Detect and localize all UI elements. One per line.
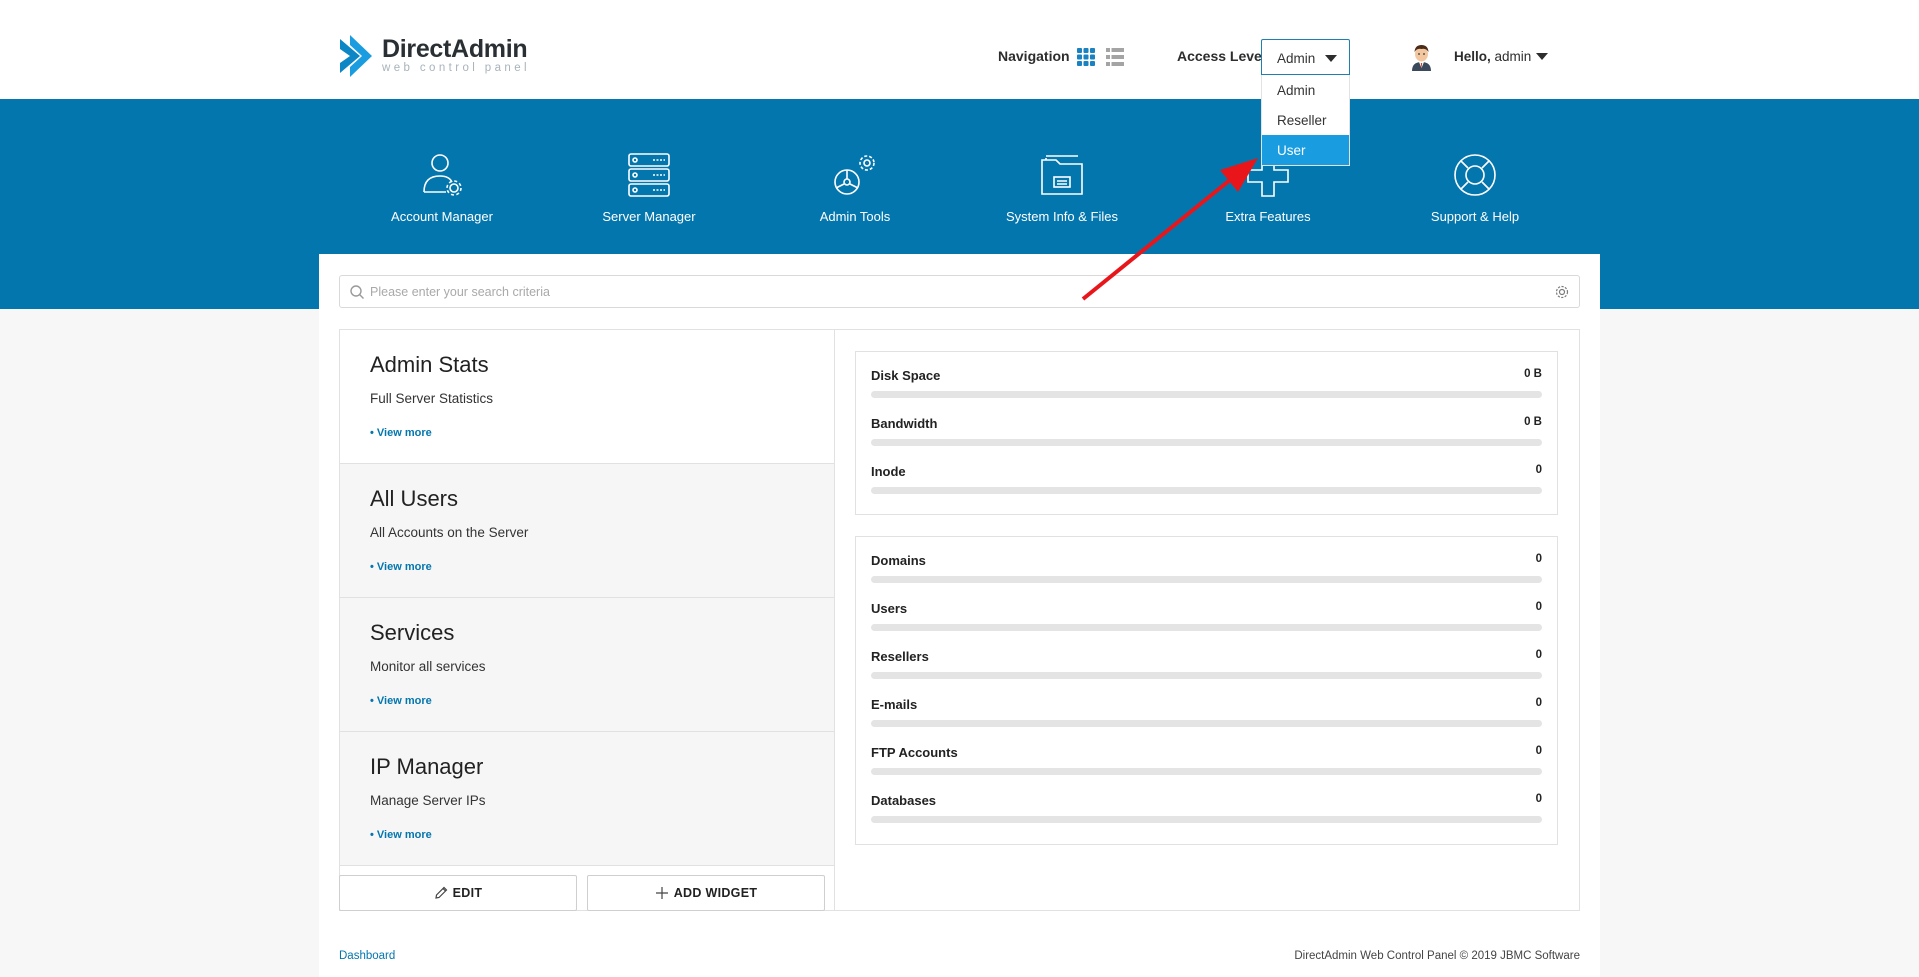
access-level-value: Admin <box>1277 51 1316 66</box>
stat-progress-bar <box>871 439 1542 446</box>
menu-label: Server Manager <box>602 209 696 224</box>
access-option-user[interactable]: User <box>1262 135 1349 165</box>
access-level-label: Access Level <box>1177 48 1266 64</box>
stat-label: FTP Accounts <box>871 745 958 760</box>
access-level-select[interactable]: Admin <box>1261 39 1350 75</box>
stat-progress-bar <box>871 816 1542 823</box>
directadmin-logo[interactable]: DirectAdmin web control panel <box>338 33 530 79</box>
stat-progress-bar <box>871 672 1542 679</box>
widget-title: Services <box>370 620 455 645</box>
logo-tagline: web control panel <box>382 62 530 75</box>
stat-label: E-mails <box>871 697 918 712</box>
widget-subtitle: Full Server Statistics <box>370 391 494 406</box>
search-icon <box>350 285 364 299</box>
widget-subtitle: Manage Server IPs <box>370 793 486 808</box>
column-divider <box>834 330 835 910</box>
stat-label: Inode <box>871 464 906 479</box>
system-info-files-icon <box>1041 155 1083 195</box>
pencil-icon <box>434 886 448 899</box>
stat-value: 0 <box>1535 464 1542 476</box>
stat-progress-bar <box>871 576 1542 583</box>
stat-label: Users <box>871 601 908 616</box>
stat-progress-bar <box>871 768 1542 775</box>
stat-value: 0 <box>1535 697 1542 709</box>
widget-services: Services Monitor all services • View mor… <box>340 598 834 732</box>
widget-title: IP Manager <box>370 754 484 779</box>
gear-icon[interactable] <box>1554 284 1570 300</box>
directadmin-logo-icon <box>340 35 372 77</box>
usage-stats-box: Disk Space 0 B Bandwidth 0 B Inode 0 <box>855 351 1558 515</box>
stat-label: Domains <box>871 553 926 568</box>
server-manager-icon <box>628 153 670 197</box>
user-menu-chevron-down-icon[interactable] <box>1536 53 1548 60</box>
greeting-label: Hello, <box>1454 49 1491 64</box>
stat-value: 0 B <box>1524 368 1542 380</box>
view-more-link[interactable]: • View more <box>370 561 834 573</box>
menu-label: System Info & Files <box>1006 209 1118 224</box>
support-help-icon <box>1454 154 1496 196</box>
grid-view-icon[interactable] <box>1077 48 1095 66</box>
menu-server-manager[interactable]: Server Manager <box>559 152 739 224</box>
stat-label: Bandwidth <box>871 416 938 431</box>
widget-title: Admin Stats <box>370 352 489 377</box>
username: admin <box>1494 49 1532 64</box>
stat-label: Resellers <box>871 649 929 664</box>
stat-progress-bar <box>871 391 1542 398</box>
copyright-text: DirectAdmin Web Control Panel © 2019 JBM… <box>1294 950 1580 962</box>
menu-system-info-files[interactable]: System Info & Files <box>972 152 1152 224</box>
stat-label: Disk Space <box>871 368 941 383</box>
top-header: DirectAdmin web control panel Navigation… <box>0 0 1919 166</box>
stat-progress-bar <box>871 487 1542 494</box>
widget-all-users: All Users All Accounts on the Server • V… <box>340 464 834 598</box>
search-input[interactable] <box>370 276 1540 307</box>
stat-value: 0 <box>1535 793 1542 805</box>
menu-label: Extra Features <box>1225 209 1311 224</box>
chevron-down-icon <box>1325 55 1337 62</box>
stat-value: 0 B <box>1524 416 1542 428</box>
stat-progress-bar <box>871 624 1542 631</box>
menu-label: Support & Help <box>1430 209 1520 224</box>
count-stats-box: Domains 0 Users 0 Resellers 0 E-mails 0 … <box>855 536 1558 845</box>
view-more-link[interactable]: • View more <box>370 427 834 439</box>
list-view-icon[interactable] <box>1106 48 1124 66</box>
stat-value: 0 <box>1535 745 1542 757</box>
access-level-dropdown: Admin Reseller User <box>1261 75 1350 166</box>
breadcrumb[interactable]: Dashboard <box>339 950 395 962</box>
navigation-label: Navigation <box>998 48 1070 64</box>
menu-label: Account Manager <box>391 209 493 224</box>
widget-subtitle: All Accounts on the Server <box>370 525 529 540</box>
search-bar <box>339 275 1580 308</box>
widget-ip-manager: IP Manager Manage Server IPs • View more <box>340 732 834 866</box>
account-manager-icon <box>423 154 462 196</box>
plus-icon <box>655 887 668 899</box>
admin-tools-icon <box>834 155 875 195</box>
stat-value: 0 <box>1535 649 1542 661</box>
add-widget-button[interactable]: ADD WIDGET <box>587 875 825 911</box>
menu-support-help[interactable]: Support & Help <box>1385 152 1565 224</box>
view-more-link[interactable]: • View more <box>370 695 834 707</box>
avatar[interactable] <box>1409 43 1434 71</box>
logo-name: DirectAdmin <box>382 35 528 64</box>
access-option-reseller[interactable]: Reseller <box>1262 105 1349 135</box>
widget-subtitle: Monitor all services <box>370 659 486 674</box>
add-widget-button-label: ADD WIDGET <box>673 886 758 900</box>
menu-account-manager[interactable]: Account Manager <box>352 152 532 224</box>
stat-value: 0 <box>1535 601 1542 613</box>
widget-admin-stats: Admin Stats Full Server Statistics • Vie… <box>340 330 834 464</box>
stat-label: Databases <box>871 793 937 808</box>
view-more-link[interactable]: • View more <box>370 829 834 841</box>
widget-title: All Users <box>370 486 459 511</box>
edit-button-label: EDIT <box>452 886 483 900</box>
user-greeting[interactable]: Hello, admin <box>1454 49 1531 64</box>
edit-button[interactable]: EDIT <box>339 875 577 911</box>
access-option-admin[interactable]: Admin <box>1262 75 1349 105</box>
menu-admin-tools[interactable]: Admin Tools <box>765 152 945 224</box>
stat-value: 0 <box>1535 553 1542 565</box>
stat-progress-bar <box>871 720 1542 727</box>
menu-label: Admin Tools <box>819 209 891 224</box>
